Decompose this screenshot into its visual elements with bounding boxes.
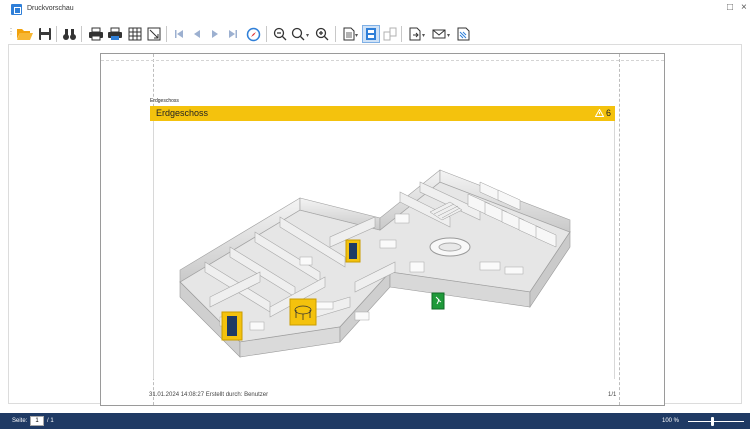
zoom-slider-track[interactable] [688,421,744,422]
zoom-slider-thumb[interactable] [711,417,714,426]
page-input[interactable]: 1 [30,416,44,426]
page-label: Seite: [12,418,28,424]
page-layout-dropdown-icon[interactable]: ▾ [355,32,358,39]
zoom-dropdown-icon[interactable]: ▾ [306,32,309,39]
last-page-icon[interactable] [224,25,242,43]
quick-print-icon[interactable] [106,25,124,43]
save-icon[interactable] [36,25,54,43]
multiple-pages-icon[interactable] [381,25,399,43]
print-icon[interactable] [87,25,105,43]
watermark-icon[interactable] [454,25,472,43]
navigation-icon[interactable] [244,25,262,43]
page-total: / 1 [47,418,54,424]
scale-icon[interactable] [145,25,163,43]
floor-plan-image [179,169,571,358]
window-title: Druckvorschau [27,5,74,12]
maximize-button[interactable]: □ [727,2,733,13]
first-page-icon[interactable] [170,25,188,43]
zoom-out-icon[interactable] [271,25,289,43]
title-bar: Druckvorschau □ × [0,0,750,20]
send-email-icon[interactable] [430,25,448,43]
zoom-in-icon[interactable] [313,25,331,43]
floor-title: Erdgeschoss [156,108,209,118]
page-number: 1/1 [608,392,617,398]
zoom-level: 100 % [662,418,680,424]
print-preview-window: Druckvorschau □ × ⋮ ▾ ▾ ▾ ▾ Erdgeschoss … [0,0,750,429]
warning-icon [594,109,604,117]
close-button[interactable]: × [741,2,747,13]
find-icon[interactable] [60,25,78,43]
status-bar: Seite: 1 / 1 100 % [0,413,750,429]
send-email-dropdown-icon[interactable]: ▾ [447,32,450,39]
next-page-icon[interactable] [206,25,224,43]
page-setup-icon[interactable] [126,25,144,43]
toolbar-grip-icon: ⋮ [7,27,15,36]
floor-caption: Erdgeschoss [150,98,179,104]
print-footer: 31.01.2024 14:08:27 Erstellt durch: Benu… [149,392,269,398]
warning-count-value: 6 [605,108,611,118]
open-icon[interactable] [15,25,33,43]
export-dropdown-icon[interactable]: ▾ [422,32,425,39]
warning-count: 6 [594,108,611,118]
previous-page-icon[interactable] [188,25,206,43]
app-icon [11,4,22,15]
zoom-icon[interactable] [289,25,307,43]
floor-header-bar: Erdgeschoss 6 [150,106,615,121]
single-page-icon[interactable] [362,25,380,43]
